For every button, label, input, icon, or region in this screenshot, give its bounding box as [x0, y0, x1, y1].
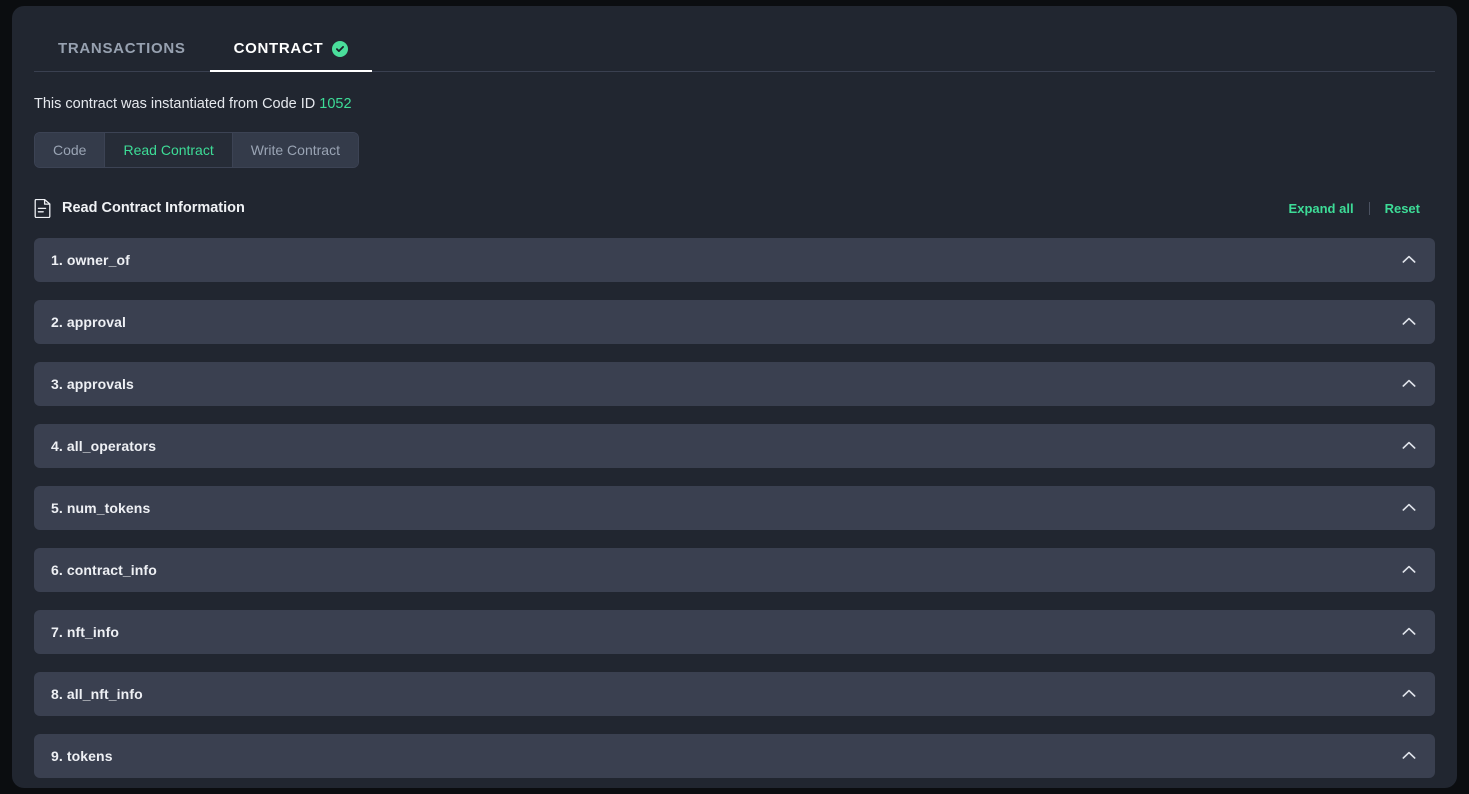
- contract-page-card: TRANSACTIONS CONTRACT This contract was …: [12, 6, 1457, 788]
- accordion-item-approval[interactable]: 2. approval: [34, 299, 1435, 344]
- chevron-up-icon[interactable]: [1402, 441, 1416, 450]
- chevron-up-icon[interactable]: [1402, 255, 1416, 264]
- chevron-up-icon[interactable]: [1402, 503, 1416, 512]
- code-id-link[interactable]: 1052: [319, 96, 351, 112]
- accordion-item-approvals[interactable]: 3. approvals: [34, 361, 1435, 406]
- tab-transactions-label: TRANSACTIONS: [58, 40, 186, 57]
- accordion-item-nft-info[interactable]: 7. nft_info: [34, 609, 1435, 654]
- verified-check-icon: [332, 40, 349, 57]
- accordion-label: 9. tokens: [51, 747, 113, 764]
- accordion-label: 4. all_operators: [51, 437, 157, 454]
- page-title: Read Contract Information: [62, 200, 245, 217]
- accordion-label: 1. owner_of: [51, 251, 130, 268]
- accordion-item-all-nft-info[interactable]: 8. all_nft_info: [34, 671, 1435, 716]
- tab-bar: TRANSACTIONS CONTRACT: [34, 6, 1435, 72]
- accordion-label: 5. num_tokens: [51, 499, 151, 516]
- instantiated-prefix: This contract was instantiated from Code…: [34, 96, 316, 112]
- instantiated-from-text: This contract was instantiated from Code…: [34, 95, 1435, 114]
- chevron-up-icon[interactable]: [1402, 565, 1416, 574]
- accordion-label: 6. contract_info: [51, 561, 157, 578]
- chevron-up-icon[interactable]: [1402, 751, 1416, 760]
- code-button[interactable]: Code: [35, 132, 106, 167]
- accordion-label: 3. approvals: [51, 375, 134, 392]
- read-contract-button[interactable]: Read Contract: [105, 132, 233, 167]
- tab-contract[interactable]: CONTRACT: [209, 34, 373, 72]
- accordion-item-contract-info[interactable]: 6. contract_info: [34, 547, 1435, 592]
- accordion-item-all-operators[interactable]: 4. all_operators: [34, 423, 1435, 468]
- reset-button[interactable]: Reset: [1370, 201, 1435, 216]
- accordion-label: 8. all_nft_info: [51, 685, 143, 702]
- tab-contract-label: CONTRACT: [233, 40, 324, 57]
- document-icon: [34, 198, 51, 218]
- tab-transactions[interactable]: TRANSACTIONS: [34, 34, 210, 71]
- expand-all-button[interactable]: Expand all: [1274, 201, 1369, 216]
- accordion-label: 7. nft_info: [51, 623, 119, 640]
- section-action-links: Expand all Reset: [1274, 201, 1435, 216]
- chevron-up-icon[interactable]: [1402, 379, 1416, 388]
- chevron-up-icon[interactable]: [1402, 317, 1416, 326]
- read-contract-section-header: Read Contract Information Expand all Res…: [34, 198, 1435, 218]
- accordion-item-tokens[interactable]: 9. tokens: [34, 733, 1435, 778]
- accordion-item-num-tokens[interactable]: 5. num_tokens: [34, 485, 1435, 530]
- contract-view-switcher: Code Read Contract Write Contract: [34, 131, 359, 168]
- accordion-label: 2. approval: [51, 313, 127, 330]
- write-contract-button[interactable]: Write Contract: [232, 132, 358, 167]
- section-title-group: Read Contract Information: [34, 198, 245, 218]
- accordion-item-owner-of[interactable]: 1. owner_of: [34, 237, 1435, 282]
- chevron-up-icon[interactable]: [1402, 627, 1416, 636]
- read-contract-query-list: 1. owner_of 2. approval 3. approvals 4. …: [34, 237, 1435, 778]
- chevron-up-icon[interactable]: [1402, 689, 1416, 698]
